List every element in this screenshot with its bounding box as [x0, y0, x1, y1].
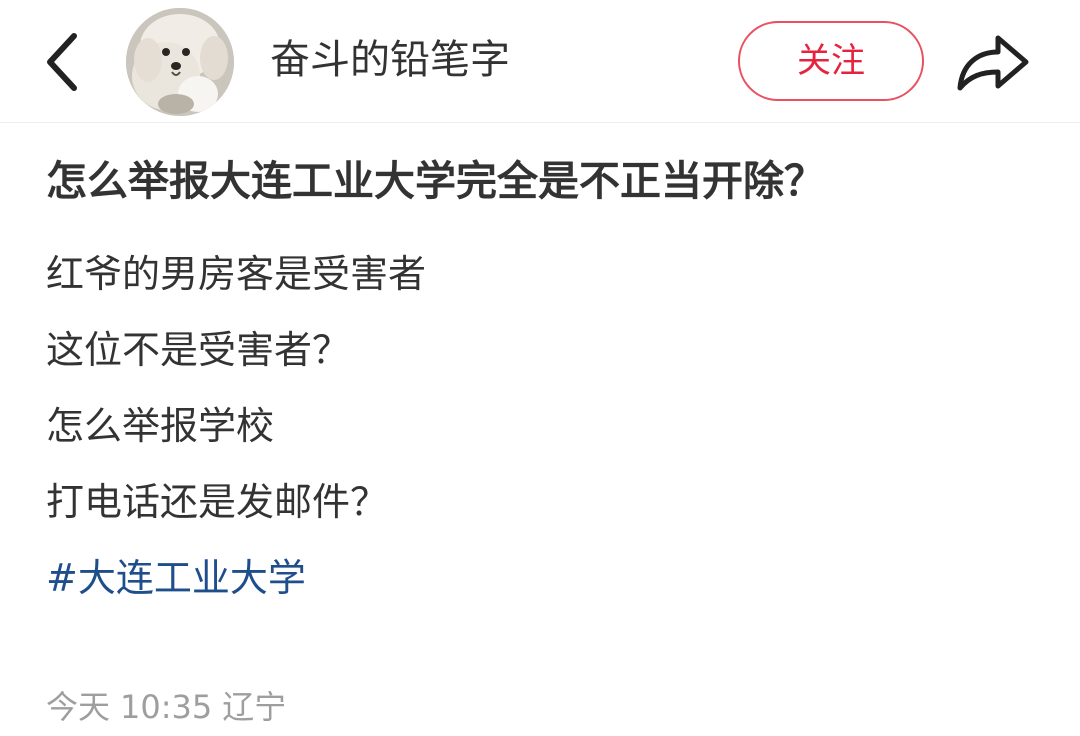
chevron-left-icon: [47, 33, 77, 91]
post-line: 红爷的男房客是受害者: [46, 252, 427, 296]
post-time: 10:35: [120, 688, 213, 726]
dog-avatar-image: [126, 8, 234, 116]
share-arrow-icon: [957, 35, 1029, 91]
top-nav-bar: 奋斗的铅笔字 关注: [0, 0, 1080, 123]
post-day: 今天: [46, 688, 111, 726]
author-name[interactable]: 奋斗的铅笔字: [270, 34, 510, 86]
follow-button[interactable]: 关注: [738, 21, 924, 101]
post-body: 红爷的男房客是受害者 这位不是受害者？ 怎么举报学校 打电话还是发邮件？ #大连…: [46, 236, 1036, 616]
post-line: 打电话还是发邮件？: [46, 480, 389, 524]
back-button[interactable]: [36, 26, 88, 98]
share-button[interactable]: [952, 26, 1034, 100]
post-title: 怎么举报大连工业大学完全是不正当开除？: [46, 157, 825, 205]
avatar[interactable]: [126, 8, 234, 116]
post-location: 辽宁: [222, 688, 287, 726]
post-line: 这位不是受害者？: [46, 328, 351, 372]
post-meta: 今天 10:35 辽宁: [46, 684, 296, 730]
post-content: 怎么举报大连工业大学完全是不正当开除？ 红爷的男房客是受害者 这位不是受害者？ …: [46, 140, 1036, 616]
hashtag-link[interactable]: #大连工业大学: [46, 540, 306, 616]
post-line: 怎么举报学校: [46, 404, 275, 448]
